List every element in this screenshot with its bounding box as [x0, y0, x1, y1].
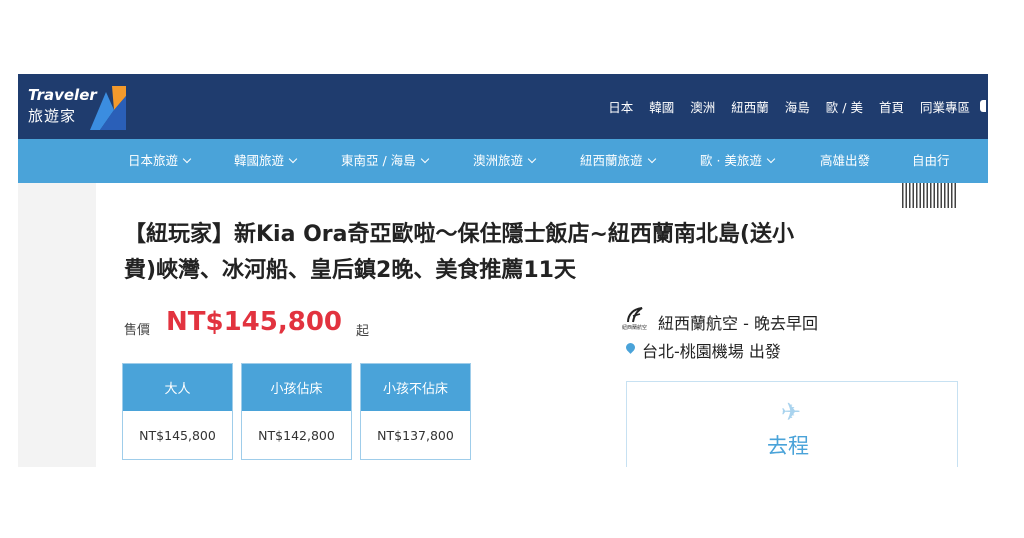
chevron-down-icon — [182, 154, 192, 164]
price-box-label: 小孩不佔床 — [361, 364, 470, 411]
sub-nav-southeast-asia[interactable]: 東南亞 / 海島 — [341, 139, 429, 183]
tour-title-line-2: 費)峽灣、冰河船、皇后鎮2晚、美食推薦11天 — [124, 258, 576, 283]
sub-nav-label: 東南亞 / 海島 — [341, 153, 416, 168]
chevron-down-icon — [288, 154, 298, 164]
user-icon[interactable] — [980, 100, 986, 112]
top-nav: 日本 韓國 澳洲 紐西蘭 海島 歐 / 美 首頁 同業專區 — [608, 74, 986, 139]
top-nav-japan[interactable]: 日本 — [608, 97, 633, 116]
top-bar: Traveler 旅遊家 日本 韓國 澳洲 紐西蘭 海島 歐 / 美 首頁 同業… — [18, 74, 988, 139]
chevron-down-icon — [420, 154, 429, 164]
sub-nav-kaohsiung[interactable]: 高雄出發 — [820, 139, 870, 183]
sub-nav-label: 自由行 — [912, 153, 950, 168]
price-box-child-no-bed: 小孩不佔床 NT$137,800 — [360, 363, 471, 460]
airline-fern-mark — [627, 307, 643, 323]
sub-nav-label: 韓國旅遊 — [234, 153, 285, 168]
price-box-value: NT$145,800 — [139, 427, 216, 443]
price-box-adult: 大人 NT$145,800 — [122, 363, 233, 460]
tour-title-line-1: 【紐玩家】新Kia Ora奇亞歐啦～保住隱士飯店~紐西蘭南北島(送小 — [124, 222, 794, 247]
sub-nav-label: 紐西蘭旅遊 — [580, 153, 643, 168]
sub-nav-korea[interactable]: 韓國旅遊 — [234, 139, 298, 183]
sub-nav-label: 日本旅遊 — [128, 153, 179, 168]
sub-nav-new-zealand[interactable]: 紐西蘭旅遊 — [580, 139, 656, 183]
outbound-label: 去程 — [767, 434, 809, 458]
brand-name-zh: 旅遊家 — [28, 107, 77, 125]
price-suffix: 起 — [356, 324, 370, 339]
price-box-child-with-bed: 小孩佔床 NT$142,800 — [241, 363, 352, 460]
tour-title: 【紐玩家】新Kia Ora奇亞歐啦～保住隱士飯店~紐西蘭南北島(送小 費)峽灣、… — [124, 217, 964, 289]
top-nav-europe-america[interactable]: 歐 / 美 — [826, 97, 863, 116]
price-box-label: 小孩佔床 — [242, 364, 351, 411]
airline-name: 紐西蘭航空 - 晚去早回 — [658, 314, 818, 333]
brand-name-en: Traveler — [28, 86, 97, 104]
top-nav-new-zealand[interactable]: 紐西蘭 — [731, 97, 769, 116]
tour-price: NT$145,800 — [166, 307, 343, 337]
screenshot-frame: Traveler 旅遊家 日本 韓國 澳洲 紐西蘭 海島 歐 / 美 首頁 同業… — [18, 74, 988, 467]
sub-nav-label: 歐 · 美旅遊 — [700, 153, 762, 168]
tour-detail: 【紐玩家】新Kia Ora奇亞歐啦～保住隱士飯店~紐西蘭南北島(送小 費)峽灣、… — [96, 183, 988, 467]
sub-nav-europe-america[interactable]: 歐 · 美旅遊 — [700, 139, 776, 183]
sub-nav-japan[interactable]: 日本旅遊 — [128, 139, 192, 183]
chevron-down-icon — [527, 154, 537, 164]
sub-nav: 日本旅遊 韓國旅遊 東南亞 / 海島 澳洲旅遊 紐西蘭旅遊 歐 · 美旅遊 高雄… — [18, 139, 988, 183]
top-nav-home[interactable]: 首頁 — [879, 97, 904, 116]
traveler-logo-icon — [90, 86, 126, 130]
top-nav-korea[interactable]: 韓國 — [649, 97, 674, 116]
left-gutter — [18, 183, 96, 467]
qr-code-icon — [902, 183, 958, 208]
map-pin-icon — [624, 341, 637, 354]
sub-nav-free-travel[interactable]: 自由行 — [912, 139, 950, 183]
price-label: 售價 — [124, 323, 151, 338]
chevron-down-icon — [647, 154, 656, 164]
price-box-value: NT$142,800 — [258, 427, 335, 443]
price-box-value: NT$137,800 — [377, 427, 454, 443]
airline-logo-text: 紐西蘭航空 — [622, 325, 648, 331]
sub-nav-australia[interactable]: 澳洲旅遊 — [473, 139, 537, 183]
top-nav-australia[interactable]: 澳洲 — [690, 97, 715, 116]
outbound-flight-card[interactable]: ✈ 去程 — [626, 381, 958, 467]
sub-nav-label: 澳洲旅遊 — [473, 153, 524, 168]
sub-nav-label: 高雄出發 — [820, 153, 871, 168]
top-nav-islands[interactable]: 海島 — [785, 97, 810, 116]
brand-logo[interactable]: Traveler 旅遊家 — [28, 84, 128, 130]
airline-logo-icon: 紐西蘭航空 — [622, 306, 648, 332]
airplane-icon: ✈ — [781, 398, 802, 426]
chevron-down-icon — [766, 154, 776, 164]
price-box-label: 大人 — [123, 364, 232, 411]
top-nav-agency[interactable]: 同業專區 — [920, 97, 970, 116]
departure-location: 台北-桃園機場 出發 — [642, 342, 781, 361]
